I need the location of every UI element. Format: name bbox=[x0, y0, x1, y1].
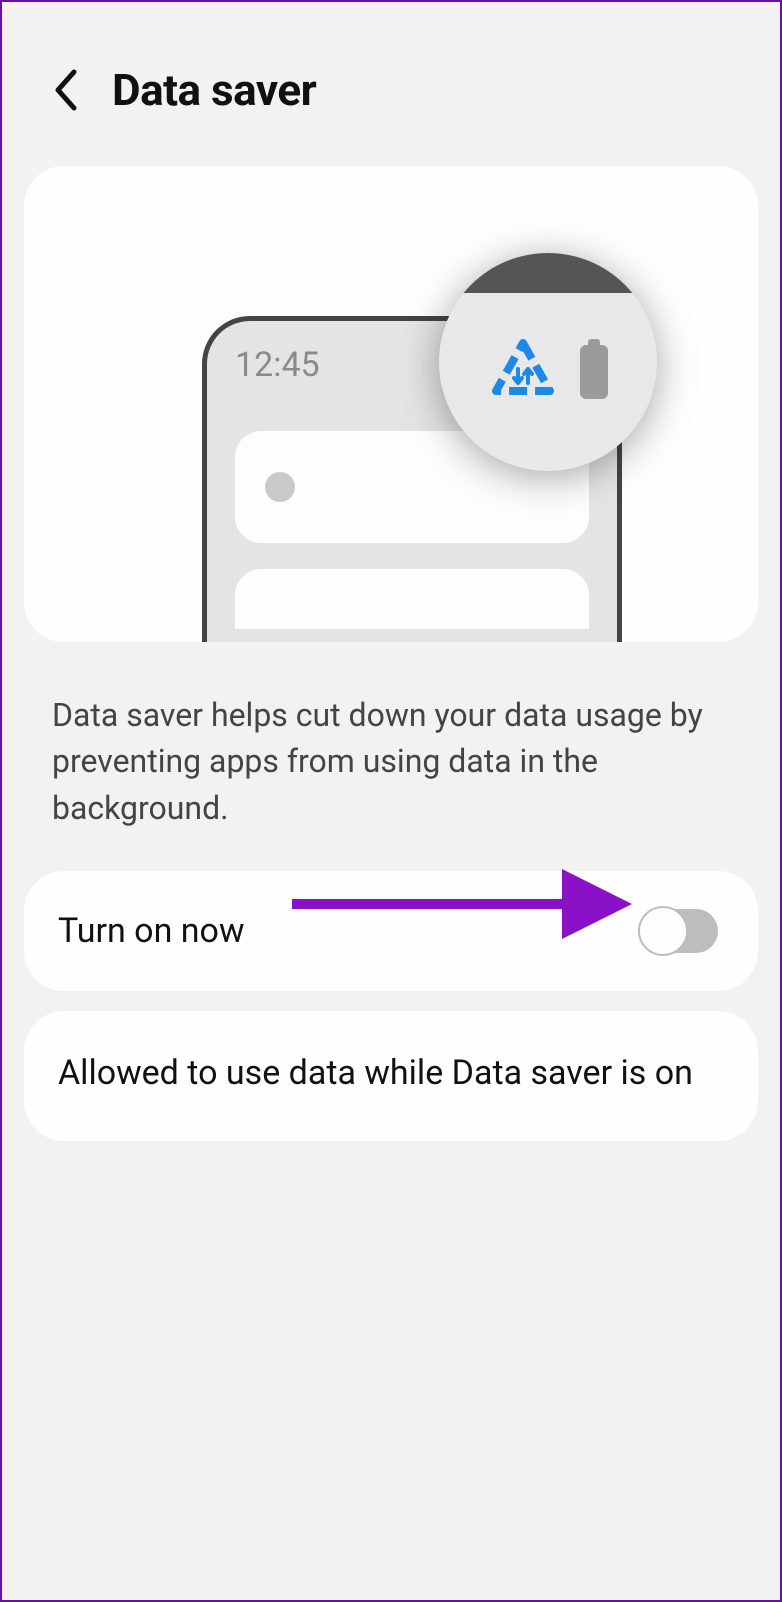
page-title: Data saver bbox=[112, 64, 316, 116]
turn-on-toggle[interactable] bbox=[638, 909, 718, 953]
magnifier-circle bbox=[439, 253, 657, 471]
allowed-apps-label: Allowed to use data while Data saver is … bbox=[58, 1051, 724, 1097]
data-saver-icon bbox=[488, 339, 558, 405]
toggle-thumb bbox=[638, 906, 688, 956]
battery-icon bbox=[580, 345, 608, 399]
mock-clock: 12:45 bbox=[235, 345, 320, 385]
turn-on-label: Turn on now bbox=[58, 911, 245, 951]
back-icon[interactable] bbox=[52, 68, 80, 112]
allowed-apps-row[interactable]: Allowed to use data while Data saver is … bbox=[24, 1011, 758, 1141]
description-text: Data saver helps cut down your data usag… bbox=[2, 662, 780, 861]
mock-card-2 bbox=[235, 569, 589, 629]
turn-on-row[interactable]: Turn on now bbox=[24, 871, 758, 991]
header: Data saver bbox=[2, 2, 780, 156]
mock-dot-icon bbox=[265, 472, 295, 502]
illustration-card: 12:45 bbox=[24, 166, 758, 642]
